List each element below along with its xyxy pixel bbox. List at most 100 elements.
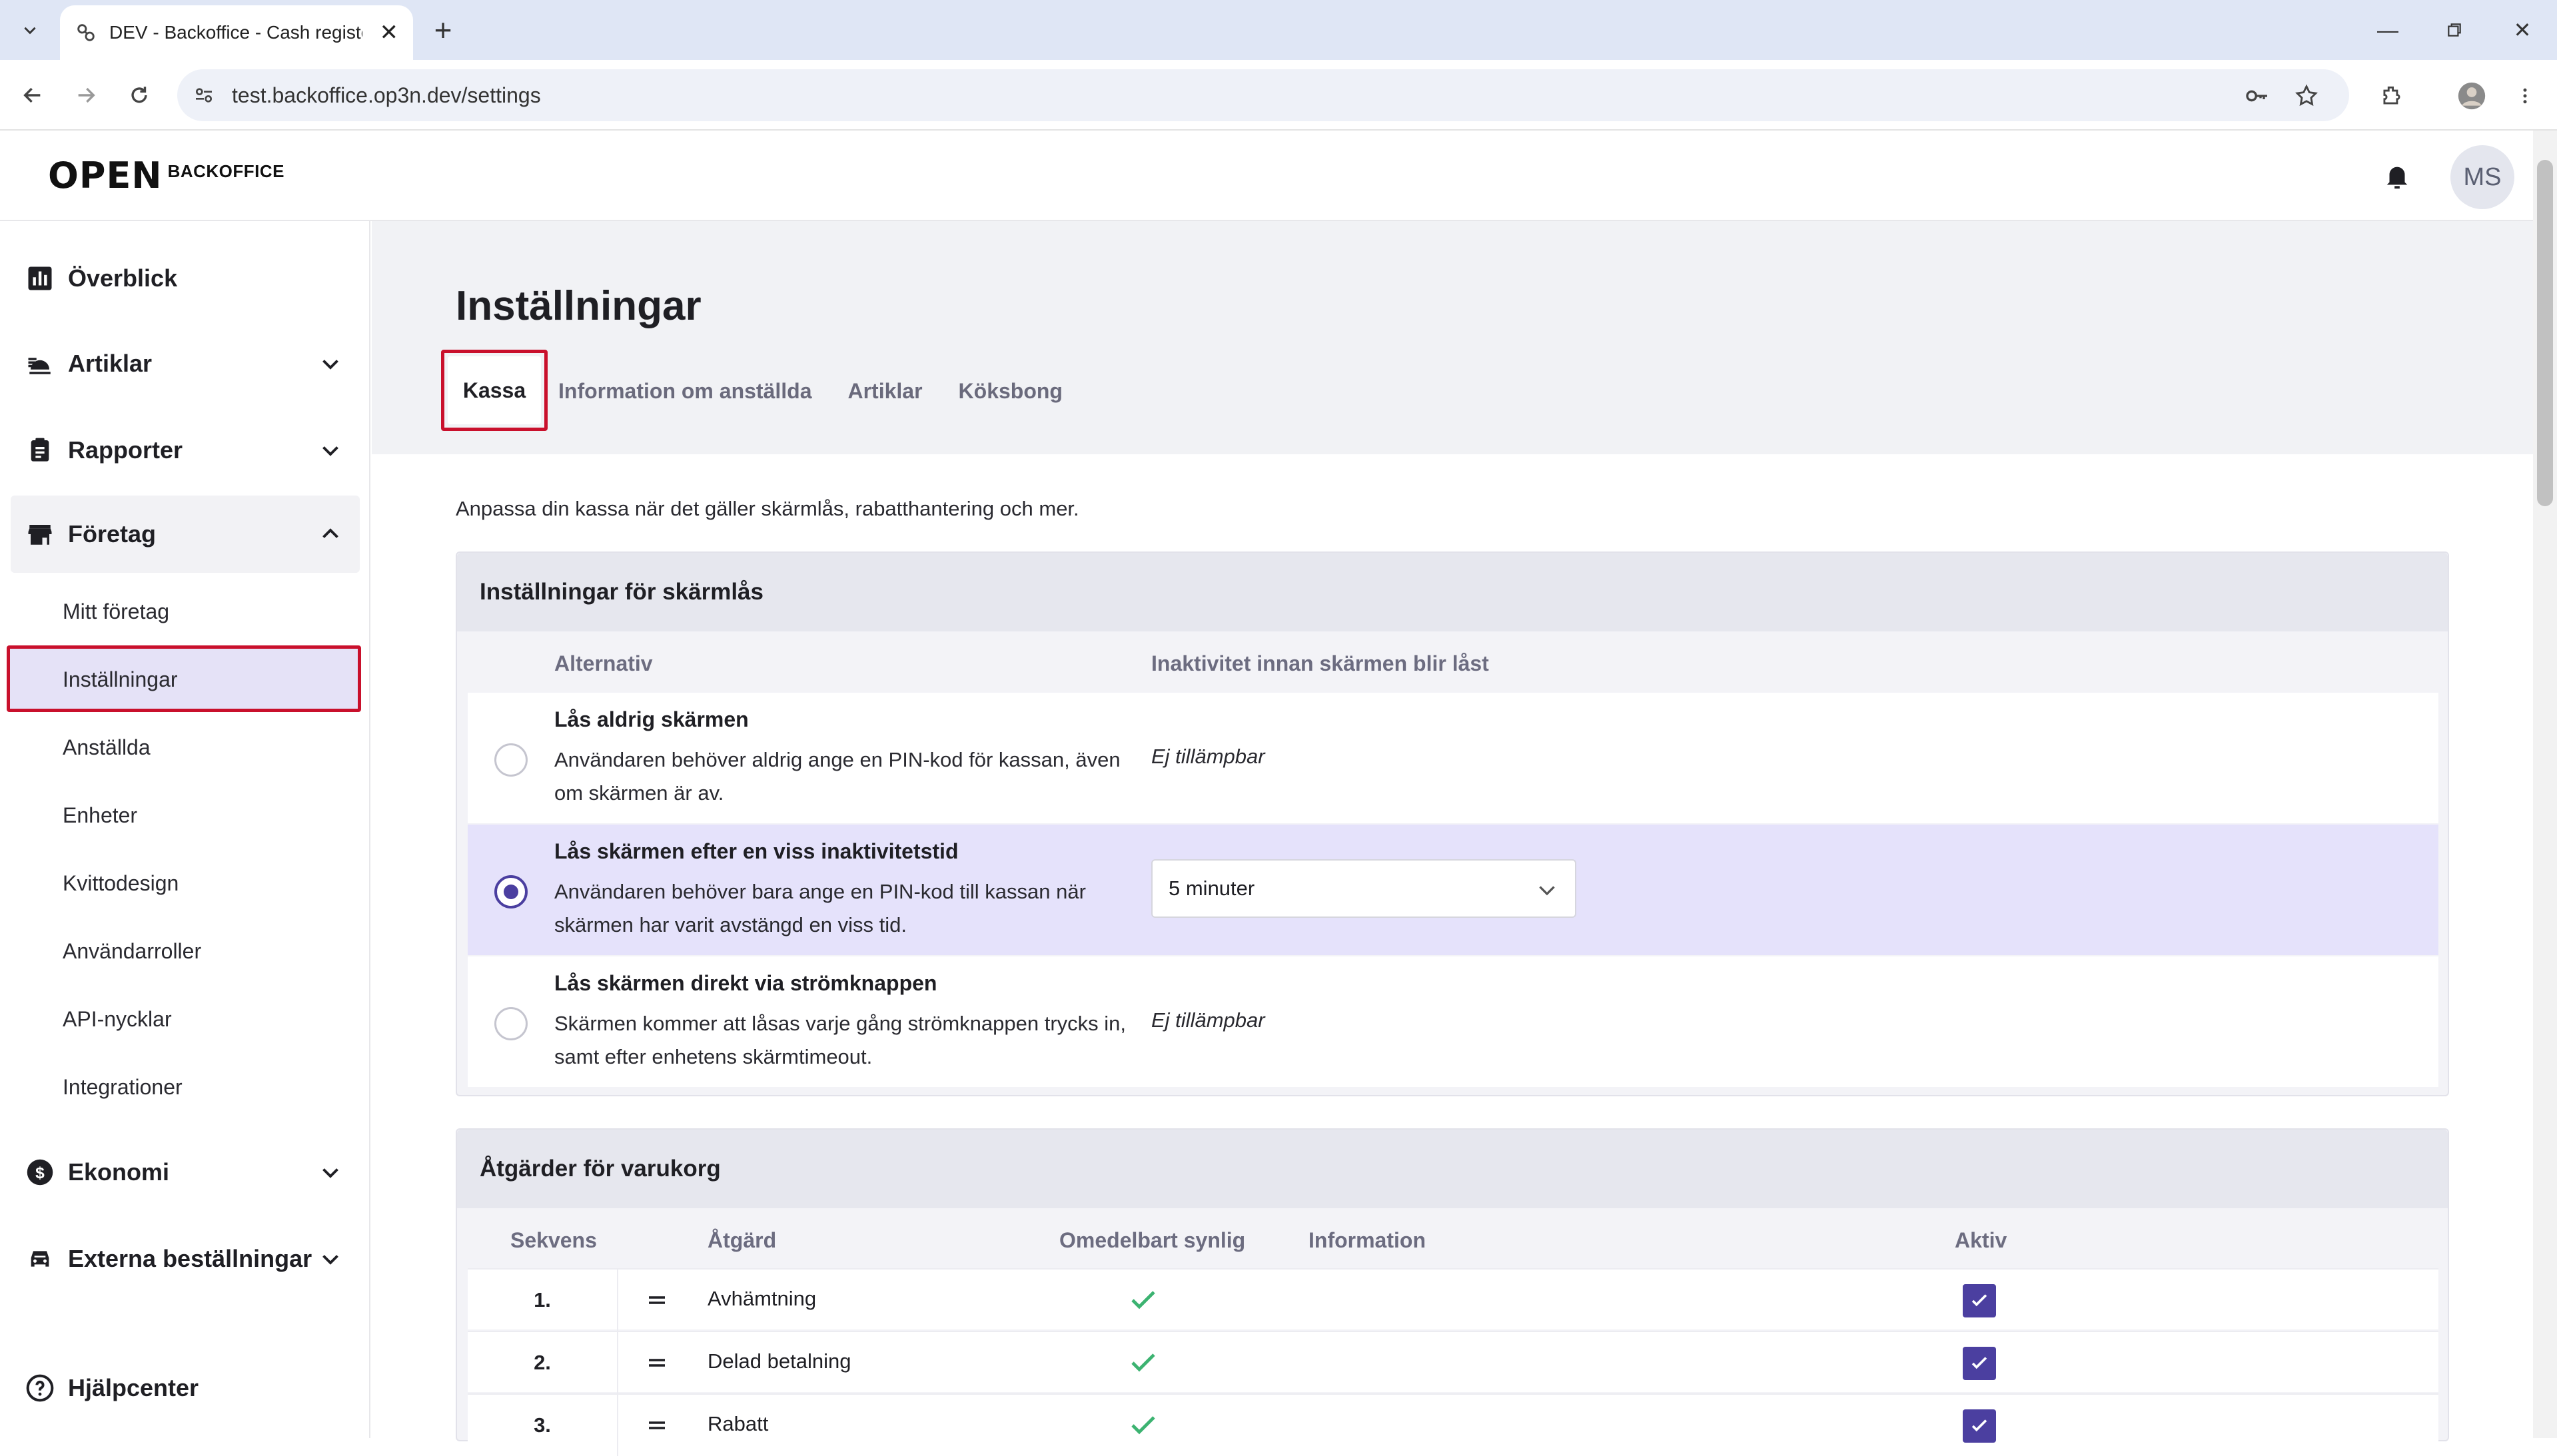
tab-artiklar[interactable]: Artiklar	[847, 379, 922, 404]
check-icon	[1131, 1353, 1155, 1372]
sidebar-item-overblick[interactable]: Överblick	[11, 240, 360, 317]
restore-button[interactable]	[2428, 12, 2481, 48]
arrow-right-icon	[78, 87, 95, 103]
settings-tabs: Information om anställda Artiklar Köksbo…	[558, 368, 1099, 414]
scrollbar-thumb[interactable]	[2537, 160, 2553, 506]
page-title: Inställningar	[456, 283, 702, 329]
page-scrollbar[interactable]	[2533, 131, 2557, 1438]
screen-lock-heading: Inställningar för skärmlås	[457, 553, 2448, 631]
sidebar-item-ekonomi[interactable]: $ Ekonomi	[11, 1134, 360, 1211]
close-tab-icon[interactable]: ✕	[380, 19, 399, 46]
row-sequence: 2.	[468, 1332, 618, 1393]
svg-text:$: $	[35, 1164, 45, 1182]
main-content: Inställningar Kassa Information om anstä…	[372, 221, 2533, 1456]
browser-tab[interactable]: DEV - Backoffice - Cash register ✕	[60, 5, 413, 60]
minimize-button[interactable]: —	[2361, 12, 2414, 48]
drag-handle-icon[interactable]	[646, 1415, 668, 1436]
option-value: Ej tillämpbar	[1151, 1008, 1265, 1032]
restore-icon	[2448, 23, 2461, 37]
lock-option-power-button[interactable]: Lås skärmen direkt via strömknappen Skär…	[468, 956, 2438, 1087]
checkmark-icon	[1971, 1357, 1987, 1369]
column-header-atgard: Åtgärd	[708, 1228, 777, 1252]
address-bar[interactable]: test.backoffice.op3n.dev/settings	[177, 69, 2349, 121]
store-icon	[24, 518, 56, 550]
table-row[interactable]: 2. Delad betalning	[468, 1331, 2438, 1393]
reload-button[interactable]	[121, 77, 157, 113]
sidebar-sub-enheter[interactable]: Enheter	[63, 803, 137, 828]
radio-power-button[interactable]	[494, 1007, 528, 1040]
check-icon	[1131, 1416, 1155, 1435]
option-description: Skärmen kommer att låsas varje gång strö…	[554, 1012, 1127, 1068]
column-header-omedelbart-synlig: Omedelbart synlig	[1059, 1228, 1246, 1252]
clipboard-icon	[24, 434, 56, 466]
sidebar-item-label: Hjälpcenter	[68, 1374, 199, 1401]
settings-intro-text: Anpassa din kassa när det gäller skärmlå…	[456, 497, 1079, 520]
page-header: Inställningar Kassa Information om anstä…	[372, 221, 2533, 454]
tab-search-button[interactable]	[12, 13, 48, 47]
sidebar: Överblick Artiklar Rapporter Företag Mit…	[0, 221, 370, 1438]
chevron-down-icon	[322, 360, 338, 370]
browser-toolbar: test.backoffice.op3n.dev/settings	[0, 60, 2557, 131]
radio-never[interactable]	[494, 743, 528, 777]
sidebar-item-artiklar[interactable]: Artiklar	[11, 325, 360, 402]
table-row[interactable]: 3. Rabatt	[468, 1393, 2438, 1456]
column-header-aktiv: Aktiv	[1955, 1228, 2007, 1252]
profile-avatar-icon[interactable]	[2453, 77, 2490, 115]
lock-option-inactivity[interactable]: Lås skärmen efter en viss inaktivitetsti…	[468, 825, 2438, 955]
logo[interactable]: OPEN BACKOFFICE	[48, 155, 284, 196]
row-action: Avhämtning	[708, 1287, 817, 1310]
close-window-button[interactable]: ✕	[2496, 12, 2549, 48]
chevron-down-icon	[1539, 886, 1555, 896]
browser-menu-icon[interactable]	[2506, 77, 2544, 115]
checkmark-icon	[1971, 1419, 1987, 1432]
tab-information-om-anstallda[interactable]: Information om anställda	[558, 379, 811, 404]
inactivity-time-select[interactable]: 5 minuter	[1151, 859, 1576, 918]
radio-inactivity[interactable]	[494, 875, 528, 909]
active-checkbox[interactable]	[1963, 1284, 1996, 1317]
help-icon	[24, 1372, 56, 1404]
drag-handle-icon[interactable]	[646, 1289, 668, 1311]
user-avatar[interactable]: MS	[2450, 145, 2514, 209]
bookmark-star-icon[interactable]	[2293, 83, 2320, 109]
sidebar-item-rapporter[interactable]: Rapporter	[11, 412, 360, 489]
cart-actions-card: Åtgärder för varukorg Sekvens Åtgärd Ome…	[456, 1128, 2449, 1456]
sidebar-item-label: Företag	[68, 520, 157, 547]
table-row[interactable]: 1. Avhämtning	[468, 1268, 2438, 1331]
favicon-icon	[77, 24, 95, 41]
column-header-sekvens: Sekvens	[510, 1228, 597, 1252]
tab-title: DEV - Backoffice - Cash register	[109, 22, 362, 43]
sidebar-item-label: Överblick	[68, 264, 178, 292]
bar-chart-icon	[24, 262, 56, 294]
notifications-bell-icon[interactable]	[2378, 157, 2416, 194]
sidebar-sub-api-nycklar[interactable]: API-nycklar	[63, 1007, 172, 1032]
car-icon	[24, 1243, 56, 1275]
drag-handle-icon[interactable]	[646, 1352, 668, 1373]
active-checkbox[interactable]	[1963, 1347, 1996, 1380]
sidebar-sub-anvandarroller[interactable]: Användarroller	[63, 939, 201, 964]
sidebar-sub-installningar[interactable]: Inställningar	[63, 667, 178, 692]
forward-button[interactable]	[68, 77, 104, 113]
sidebar-sub-mitt-foretag[interactable]: Mitt företag	[63, 599, 169, 624]
column-header-information: Information	[1308, 1228, 1426, 1252]
tab-koksbong[interactable]: Köksbong	[959, 379, 1063, 404]
row-action: Delad betalning	[708, 1349, 851, 1373]
logo-mark: OPEN	[48, 155, 163, 196]
new-tab-button[interactable]: +	[425, 13, 461, 47]
extensions-icon[interactable]	[2373, 77, 2410, 115]
sidebar-item-externa-bestallningar[interactable]: Externa beställningar	[11, 1220, 360, 1297]
sidebar-sub-anstallda[interactable]: Anställda	[63, 735, 151, 760]
column-header-alternativ: Alternativ	[554, 651, 653, 675]
password-key-icon[interactable]	[2244, 83, 2271, 109]
tab-kassa[interactable]: Kassa	[448, 356, 541, 424]
sidebar-item-hjalpcenter[interactable]: Hjälpcenter	[11, 1349, 360, 1427]
sidebar-item-foretag[interactable]: Företag	[11, 496, 360, 573]
select-value: 5 minuter	[1169, 877, 1255, 900]
back-button[interactable]	[15, 77, 51, 113]
checkmark-icon	[1971, 1294, 1987, 1307]
sidebar-sub-integrationer[interactable]: Integrationer	[63, 1075, 183, 1100]
check-icon	[1131, 1291, 1155, 1309]
lock-option-never[interactable]: Lås aldrig skärmen Användaren behöver al…	[468, 693, 2438, 823]
reload-icon	[131, 87, 147, 103]
sidebar-sub-kvittodesign[interactable]: Kvittodesign	[63, 871, 179, 896]
food-icon	[24, 348, 56, 380]
